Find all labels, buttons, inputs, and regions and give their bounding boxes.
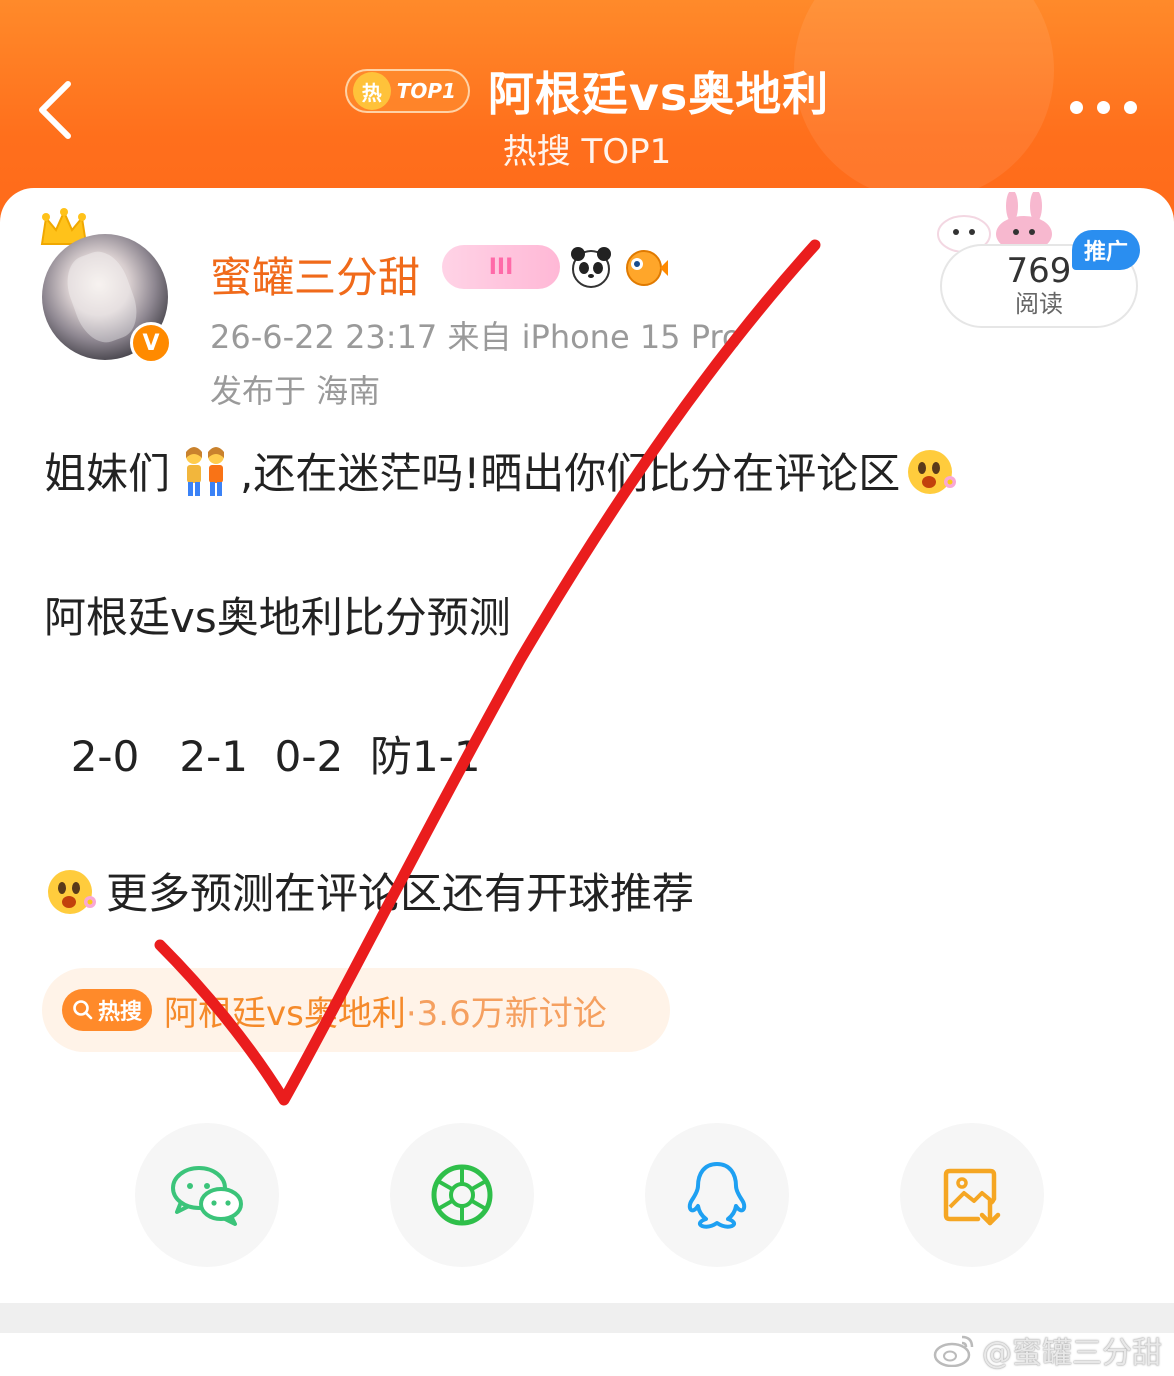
share-moments-button[interactable] bbox=[390, 1123, 534, 1267]
post-location: 发布于 海南 bbox=[210, 372, 381, 410]
read-count-label: 阅读 bbox=[1015, 290, 1063, 318]
share-actions bbox=[0, 1123, 1174, 1273]
page-title: 阿根廷vs奥地利 bbox=[487, 67, 830, 121]
promoted-tag: 推广 bbox=[1072, 230, 1140, 270]
author-avatar[interactable]: V bbox=[38, 208, 178, 364]
top1-badge: 热 TOP1 bbox=[344, 69, 470, 113]
post-text-line: 阿根廷vs奥地利比分预测 bbox=[44, 593, 511, 642]
header-title-row: 热 TOP1 阿根廷vs奥地利 bbox=[0, 58, 1174, 124]
more-dot bbox=[1124, 100, 1137, 114]
author-badges: III bbox=[442, 244, 668, 290]
panda-icon bbox=[571, 247, 611, 288]
member-level-badge[interactable]: III bbox=[442, 245, 560, 289]
top1-label: TOP1 bbox=[396, 79, 456, 103]
hot-search-chip: 热搜 bbox=[62, 989, 153, 1031]
hot-topic-title: 阿根廷vs奥地利 bbox=[164, 993, 406, 1034]
wechat-icon bbox=[171, 1166, 243, 1226]
author-name[interactable]: 蜜罐三分甜 bbox=[210, 244, 420, 305]
share-qq-button[interactable] bbox=[645, 1123, 789, 1267]
more-dot bbox=[1097, 100, 1110, 114]
post-text-segment: 姐妹们 bbox=[44, 449, 171, 498]
hot-topic-stats: ·3.6万新讨论 bbox=[405, 993, 607, 1034]
weibo-logo-icon bbox=[933, 1335, 974, 1367]
post-text-segment: ,还在迷茫吗!晒出你们比分在评论区 bbox=[240, 449, 901, 498]
watermark-text: @蜜罐三分甜 bbox=[982, 1336, 1162, 1371]
post-card: V 蜜罐三分甜 III 26-6-22 23:17 来自 iPhone 15 P… bbox=[0, 188, 1174, 1303]
moments-icon bbox=[431, 1164, 493, 1226]
happy-flower-emoji-icon bbox=[908, 449, 957, 494]
weibo-watermark: @蜜罐三分甜 bbox=[932, 1328, 1162, 1372]
more-options-icon[interactable] bbox=[1070, 92, 1140, 122]
post-text-line: 更多预测在评论区还有开球推荐 bbox=[44, 860, 694, 921]
search-icon bbox=[73, 1000, 93, 1020]
page-subtitle: 热搜 TOP1 bbox=[502, 132, 672, 172]
more-dot bbox=[1070, 100, 1083, 114]
post-text-line: 姐妹们 ,还在迷茫吗!晒出你们比分在评论区 bbox=[44, 440, 966, 501]
save-image-button[interactable] bbox=[900, 1123, 1044, 1267]
happy-flower-emoji-icon bbox=[48, 869, 96, 914]
pufferfish-icon bbox=[626, 250, 668, 286]
post-score-line: 2-0 2-1 0-2 防1-1 bbox=[44, 732, 481, 781]
share-wechat-button[interactable] bbox=[135, 1123, 279, 1267]
qq-icon bbox=[687, 1162, 747, 1229]
flame-icon: 热 bbox=[352, 72, 391, 110]
verified-v-icon: V bbox=[130, 322, 172, 364]
hot-search-chip-label: 热搜 bbox=[98, 1000, 143, 1025]
save-image-icon bbox=[943, 1168, 1001, 1226]
post-text-segment: 更多预测在评论区还有开球推荐 bbox=[106, 869, 695, 918]
post-time-source: 26-6-22 23:17 来自 iPhone 15 Pro bbox=[210, 318, 742, 356]
two-women-emoji-icon bbox=[186, 446, 225, 496]
bunny-sticker-icon bbox=[937, 192, 1052, 252]
hot-search-topic-link[interactable]: 热搜 阿根廷vs奥地利 ·3.6万新讨论 bbox=[42, 968, 670, 1052]
